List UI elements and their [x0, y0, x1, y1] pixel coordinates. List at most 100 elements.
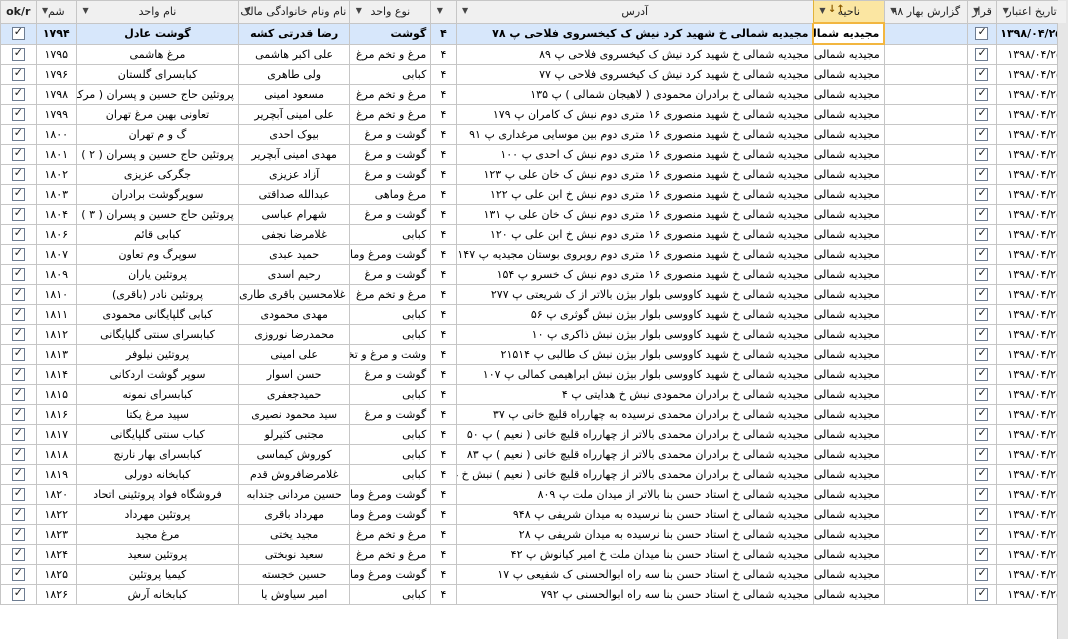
cell-unit-type[interactable]: مرغ و تخم مرغ	[349, 284, 432, 305]
cell-contract-checkbox[interactable]	[966, 264, 998, 285]
dropdown-arrow-icon[interactable]: ▼	[353, 5, 364, 16]
dropdown-arrow-icon[interactable]: ▼	[80, 5, 91, 16]
column-header-ok[interactable]: ok/r	[0, 0, 37, 24]
checkbox-checked-icon[interactable]	[975, 86, 989, 102]
column-header-owner[interactable]: نام ونام خانوادگی مالک ▼	[237, 0, 351, 24]
cell-owner[interactable]: رحیم اسدی	[237, 264, 351, 285]
cell-ok-checkbox[interactable]	[0, 164, 37, 185]
cell-contract-checkbox[interactable]	[966, 344, 998, 365]
cell-report[interactable]	[883, 404, 968, 425]
cell-unit-name[interactable]: تعاونی بهین مرغ تهران	[76, 104, 239, 125]
cell-contract-checkbox[interactable]	[966, 224, 998, 245]
cell-unit-name[interactable]: گوشت عادل	[76, 22, 239, 45]
checkbox-checked-icon[interactable]	[975, 486, 989, 502]
cell-address[interactable]: مجیدیه شمالی خ برادران محمودی ( لاهیجان …	[455, 84, 814, 105]
checkbox-checked-icon[interactable]	[11, 586, 25, 602]
checkbox-checked-icon[interactable]	[975, 306, 989, 322]
column-header-address[interactable]: آدرس ▼	[455, 0, 814, 24]
cell-n[interactable]: ۴	[430, 404, 457, 425]
cell-unit-type[interactable]: گوشت و مرغ	[349, 164, 432, 185]
cell-district[interactable]: مجیدیه شمالی	[812, 464, 885, 485]
cell-unit-name[interactable]: کبابسرای نمونه	[76, 384, 239, 405]
cell-ok-checkbox[interactable]	[0, 364, 37, 385]
cell-unit-type[interactable]: کبابی	[349, 324, 432, 345]
cell-unit-type[interactable]: گوشت و مرغ	[349, 204, 432, 225]
cell-district[interactable]: مجیدیه شمالی	[812, 524, 885, 545]
dropdown-arrow-icon[interactable]: ▼	[971, 5, 982, 16]
record-selector-column[interactable]	[1057, 0, 1068, 639]
cell-address[interactable]: مجیدیه شمالی خ شهید منصوری ۱۶ متری دوم ن…	[455, 264, 814, 285]
cell-report[interactable]	[883, 224, 968, 245]
table-row[interactable]: ۱۳۹۸/۰۴/۲۵مجیدیه شمالیمجیدیه شمالی خ برا…	[0, 384, 1067, 405]
cell-shomare[interactable]: ۱۸۰۰	[35, 124, 78, 145]
cell-address[interactable]: مجیدیه شمالی خ شهید منصوری ۱۶ متری دوم ن…	[455, 104, 814, 125]
dropdown-arrow-icon[interactable]: ▼	[242, 5, 253, 16]
cell-report[interactable]	[883, 304, 968, 325]
dropdown-arrow-icon[interactable]: ▼	[460, 5, 471, 16]
cell-n[interactable]: ۴	[430, 344, 457, 365]
cell-unit-type[interactable]: گوشت و مرغ	[349, 144, 432, 165]
cell-ok-checkbox[interactable]	[0, 404, 37, 425]
cell-n[interactable]: ۴	[430, 524, 457, 545]
cell-n[interactable]: ۴	[430, 264, 457, 285]
checkbox-checked-icon[interactable]	[11, 326, 25, 342]
column-header-unit-name[interactable]: نام واحد ▼	[76, 0, 239, 24]
cell-owner[interactable]: حمیدجعفری	[237, 384, 351, 405]
cell-n[interactable]: ۴	[430, 244, 457, 265]
cell-n[interactable]: ۴	[430, 584, 457, 605]
cell-unit-name[interactable]: کباب سنتی گلپایگانی	[76, 424, 239, 445]
cell-n[interactable]: ۴	[430, 284, 457, 305]
cell-n[interactable]: ۴	[430, 324, 457, 345]
cell-owner[interactable]: غلامحسین باقری طاری	[237, 284, 351, 305]
cell-unit-name[interactable]: پروتئین حاج حسین و پسران ( ۲ )	[76, 144, 239, 165]
cell-contract-checkbox[interactable]	[966, 144, 998, 165]
checkbox-checked-icon[interactable]	[975, 406, 989, 422]
dropdown-arrow-icon[interactable]: ▼	[434, 5, 445, 16]
cell-district[interactable]: مجیدیه شمالی	[812, 104, 885, 125]
cell-shomare[interactable]: ۱۸۲۰	[35, 484, 78, 505]
cell-ok-checkbox[interactable]	[0, 504, 37, 525]
cell-district[interactable]: مجیدیه شمالی	[812, 444, 885, 465]
cell-owner[interactable]: علی امینی	[237, 344, 351, 365]
cell-district[interactable]: مجیدیه شمالی	[812, 384, 885, 405]
cell-unit-name[interactable]: کبابی قائم	[76, 224, 239, 245]
cell-unit-name[interactable]: جگرکی عزیزی	[76, 164, 239, 185]
cell-report[interactable]	[883, 544, 968, 565]
cell-address[interactable]: مجیدیه شمالی خ برادران محمدی بالاتر از چ…	[455, 424, 814, 445]
cell-district[interactable]: مجیدیه شمالی	[812, 22, 886, 45]
cell-report[interactable]	[883, 504, 968, 525]
column-header-district[interactable]: ناحیه ↑↓ ▼	[812, 0, 885, 24]
cell-n[interactable]: ۴	[430, 444, 457, 465]
cell-n[interactable]: ۴	[430, 43, 457, 65]
cell-unit-name[interactable]: کیمیا پروتئین	[76, 564, 239, 585]
table-row[interactable]: ۱۳۹۸/۰۴/۲۵مجیدیه شمالیمجیدیه شمالی خ است…	[0, 484, 1067, 505]
table-row[interactable]: ۱۳۹۸/۰۴/۲۵مجیدیه شمالیمجیدیه شمالی خ برا…	[0, 424, 1067, 445]
column-header-report[interactable]: گزارش بهار ۹۸ ▼	[883, 0, 968, 24]
cell-ok-checkbox[interactable]	[0, 264, 37, 285]
cell-n[interactable]: ۴	[430, 384, 457, 405]
cell-unit-type[interactable]: وشت و مرغ و تخم مر	[349, 344, 432, 365]
table-row[interactable]: ۱۳۹۸/۰۴/۲۵مجیدیه شمالیمجیدیه شمالی خ شهی…	[0, 304, 1067, 325]
cell-shomare[interactable]: ۱۷۹۴	[35, 22, 78, 45]
cell-address[interactable]: مجیدیه شمالی خ استاد حسن بنا سه راه ابوا…	[455, 564, 814, 585]
table-row[interactable]: ۱۳۹۸/۰۴/۲۵مجیدیه شمالیمجیدیه شمالی خ است…	[0, 524, 1067, 545]
cell-n[interactable]: ۴	[430, 464, 457, 485]
checkbox-checked-icon[interactable]	[11, 386, 25, 402]
cell-unit-name[interactable]: فروشگاه فواد پروتئینی اتحاد	[76, 484, 239, 505]
cell-unit-type[interactable]: مرغ و تخم مرغ	[349, 43, 432, 65]
cell-n[interactable]: ۴	[430, 204, 457, 225]
cell-unit-name[interactable]: گ و م تهران	[76, 124, 239, 145]
cell-address[interactable]: مجیدیه شمالی خ شهید کاووسی بلوار بیژن با…	[455, 284, 814, 305]
cell-unit-type[interactable]: مرغ و تخم مرغ	[349, 544, 432, 565]
cell-owner[interactable]: حسین خجسته	[237, 564, 351, 585]
cell-district[interactable]: مجیدیه شمالی	[812, 144, 885, 165]
cell-district[interactable]: مجیدیه شمالی	[812, 84, 885, 105]
cell-district[interactable]: مجیدیه شمالی	[812, 364, 885, 385]
cell-unit-name[interactable]: کبابسرای سنتی گلپایگانی	[76, 324, 239, 345]
cell-report[interactable]	[883, 264, 968, 285]
cell-district[interactable]: مجیدیه شمالی	[812, 264, 885, 285]
cell-report[interactable]	[883, 364, 968, 385]
cell-shomare[interactable]: ۱۸۱۳	[35, 344, 78, 365]
cell-shomare[interactable]: ۱۸۲۴	[35, 544, 78, 565]
checkbox-checked-icon[interactable]	[11, 266, 25, 282]
